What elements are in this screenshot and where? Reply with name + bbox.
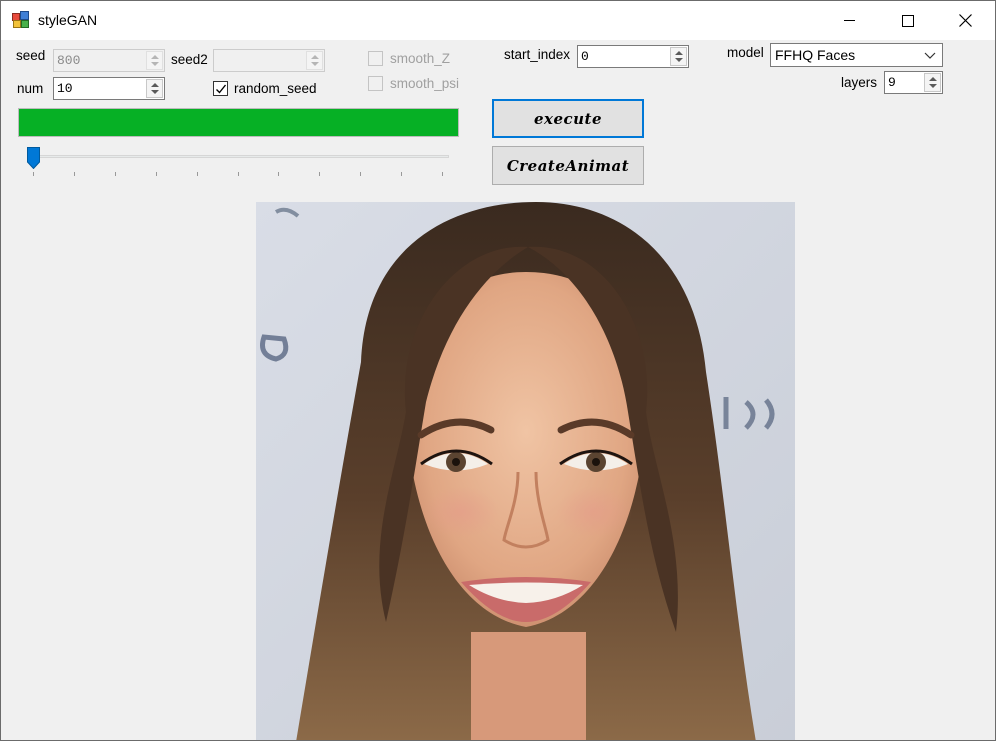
create-animation-button[interactable]: CreateAnimat	[492, 146, 644, 185]
model-value: FFHQ Faces	[775, 47, 856, 63]
close-icon	[959, 14, 972, 27]
smooth-psi-label: smooth_psi	[390, 76, 460, 91]
frame-slider[interactable]	[25, 147, 453, 179]
slider-tick	[196, 172, 198, 176]
layers-input[interactable]: 9	[884, 71, 943, 94]
app-icon	[12, 11, 30, 29]
seed2-spinner[interactable]	[306, 51, 323, 70]
spinner-up-icon	[151, 83, 159, 87]
spinner-up-icon	[151, 55, 159, 59]
window-title: styleGAN	[38, 12, 98, 28]
num-label: num	[17, 81, 44, 96]
start-index-label: start_index	[504, 47, 571, 62]
progress-fill	[19, 109, 458, 136]
close-button[interactable]	[936, 1, 995, 40]
generated-face-image	[256, 202, 795, 740]
seed-label: seed	[16, 48, 46, 63]
spinner-down-icon	[929, 84, 937, 88]
spinner-down-icon	[311, 62, 319, 66]
slider-tick	[401, 172, 403, 176]
seed2-input[interactable]	[213, 49, 325, 72]
spinner-down-icon	[675, 58, 683, 62]
slider-tick	[73, 172, 75, 176]
progress-bar	[18, 108, 459, 137]
smooth-z-checkbox[interactable]	[368, 51, 383, 66]
spinner-up-icon	[929, 77, 937, 81]
layers-spinner[interactable]	[924, 73, 941, 92]
spinner-down-icon	[151, 62, 159, 66]
slider-tick	[360, 172, 362, 176]
slider-tick	[278, 172, 280, 176]
minimize-button[interactable]	[820, 1, 879, 40]
minimize-icon	[844, 20, 855, 21]
seed-value: 800	[57, 53, 81, 68]
start-index-value: 0	[581, 49, 589, 64]
slider-track	[29, 155, 449, 158]
slider-tick	[114, 172, 116, 176]
slider-thumb[interactable]	[27, 147, 40, 169]
layers-label: layers	[841, 75, 878, 90]
title-bar[interactable]: styleGAN	[1, 1, 995, 40]
slider-tick	[442, 172, 443, 176]
random-seed-checkbox[interactable]	[213, 81, 228, 96]
checkmark-icon	[216, 84, 227, 94]
spinner-down-icon	[151, 90, 159, 94]
smooth-z-label: smooth_Z	[390, 51, 451, 66]
slider-tick	[155, 172, 157, 176]
app-window: styleGAN seed 800 seed2 num 10 random_se…	[0, 0, 996, 741]
num-spinner[interactable]	[146, 79, 163, 98]
spinner-up-icon	[675, 51, 683, 55]
maximize-icon	[901, 14, 914, 27]
seed-spinner[interactable]	[146, 51, 163, 70]
slider-tick	[33, 172, 34, 176]
start-index-spinner[interactable]	[670, 47, 687, 66]
model-select[interactable]: FFHQ Faces	[770, 43, 943, 67]
execute-button[interactable]: execute	[492, 99, 644, 138]
start-index-input[interactable]: 0	[577, 45, 689, 68]
model-label: model	[727, 45, 764, 60]
maximize-button[interactable]	[878, 1, 937, 40]
random-seed-label: random_seed	[234, 81, 317, 96]
num-input[interactable]: 10	[53, 77, 165, 100]
slider-tick	[237, 172, 239, 176]
chevron-down-icon	[924, 52, 936, 59]
slider-tick	[319, 172, 321, 176]
seed2-label: seed2	[171, 52, 208, 67]
spinner-up-icon	[311, 55, 319, 59]
num-value: 10	[57, 81, 73, 96]
smooth-psi-checkbox[interactable]	[368, 76, 383, 91]
seed-input[interactable]: 800	[53, 49, 165, 72]
layers-value: 9	[888, 75, 896, 90]
